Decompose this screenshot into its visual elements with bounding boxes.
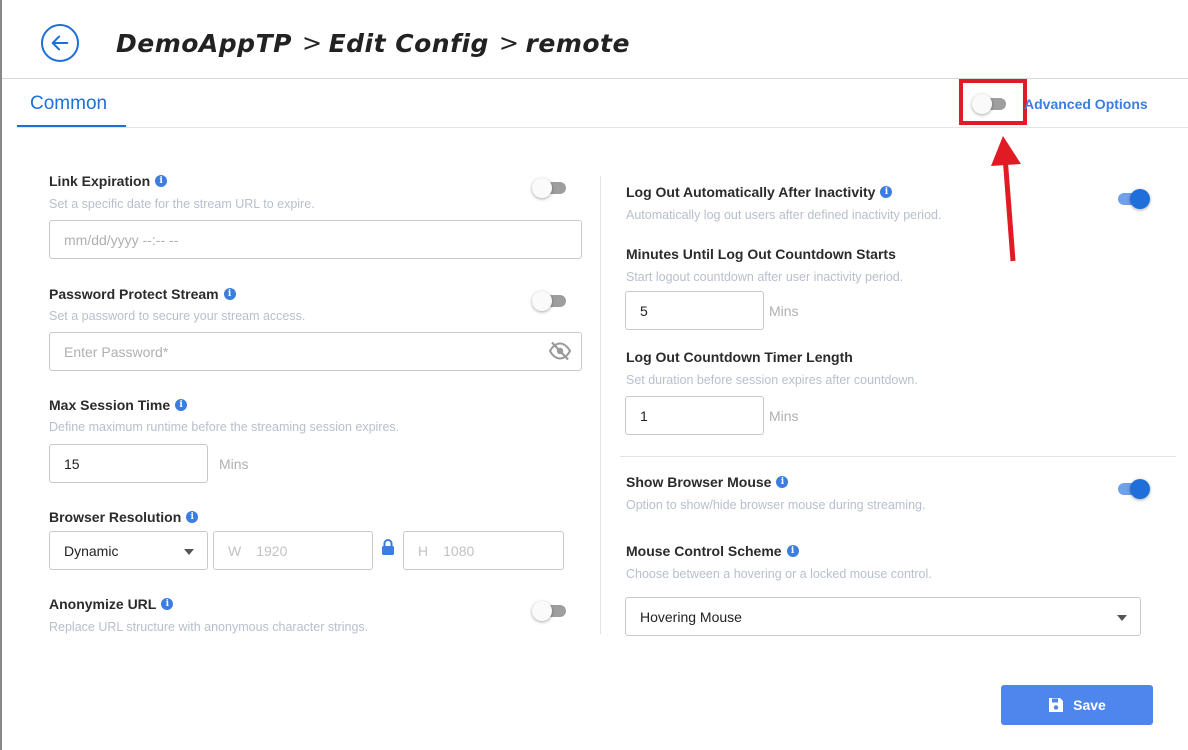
height-prefix: H (418, 542, 429, 559)
info-icon[interactable]: i (223, 288, 236, 300)
info-icon[interactable]: i (776, 476, 789, 488)
countdown-length-label: Log Out Countdown Timer Length (626, 349, 853, 365)
max-session-input[interactable]: 15 (49, 444, 208, 483)
tab-common[interactable]: Common (30, 93, 107, 115)
browser-mouse-toggle[interactable] (1114, 479, 1150, 499)
breadcrumb-app[interactable]: DemoAppTP (116, 29, 292, 58)
minutes-until-label: Minutes Until Log Out Countdown Starts (626, 246, 896, 262)
width-value: 1920 (256, 542, 288, 559)
logout-auto-toggle[interactable] (1114, 189, 1150, 209)
info-icon[interactable]: i (880, 186, 893, 198)
mouse-scheme-label: Mouse Control Scheme i (626, 543, 799, 559)
password-placeholder: Enter Password* (64, 343, 169, 360)
info-icon[interactable]: i (161, 598, 174, 610)
anonymize-url-toggle[interactable] (532, 601, 568, 621)
breadcrumb-separator: > (301, 29, 323, 57)
back-button[interactable] (41, 24, 79, 62)
caret-down-icon (184, 549, 194, 555)
resolution-height-input[interactable]: H 1080 (403, 531, 564, 570)
logout-auto-desc: Automatically log out users after define… (626, 208, 942, 222)
countdown-length-input[interactable]: 1 (625, 396, 764, 435)
info-icon[interactable]: i (186, 511, 199, 523)
column-divider (600, 176, 601, 634)
password-input[interactable]: Enter Password* (49, 332, 582, 371)
browser-mouse-label: Show Browser Mouse i (626, 474, 789, 490)
anonymize-url-desc: Replace URL structure with anonymous cha… (49, 620, 369, 634)
resolution-select[interactable]: Dynamic (49, 531, 208, 570)
minutes-until-unit: Mins (769, 303, 799, 319)
breadcrumb: DemoAppTP > Edit Config > remote (116, 24, 630, 62)
lock-icon[interactable] (381, 539, 395, 556)
height-value: 1080 (443, 542, 475, 559)
logout-auto-label: Log Out Automatically After Inactivity i (626, 184, 893, 200)
countdown-length-desc: Set duration before session expires afte… (626, 373, 918, 387)
breadcrumb-edit-config[interactable]: Edit Config (329, 29, 489, 58)
password-protect-toggle[interactable] (532, 291, 568, 311)
resolution-select-value: Dynamic (64, 542, 119, 559)
mouse-scheme-desc: Choose between a hovering or a locked mo… (626, 567, 932, 581)
annotation-arrow (991, 136, 1021, 262)
breadcrumb-current: remote (525, 28, 630, 58)
caret-down-icon (1117, 615, 1127, 621)
max-session-label: Max Session Time i (49, 397, 188, 413)
save-label: Save (1073, 697, 1106, 713)
arrow-left-icon (51, 35, 69, 51)
info-icon[interactable]: i (155, 175, 168, 187)
password-protect-desc: Set a password to secure your stream acc… (49, 309, 306, 323)
max-session-unit: Mins (219, 456, 249, 472)
max-session-desc: Define maximum runtime before the stream… (49, 420, 400, 434)
link-expiration-input[interactable]: mm/dd/yyyy --:-- -- (49, 220, 582, 259)
breadcrumb-separator: > (498, 29, 520, 57)
anonymize-url-label: Anonymize URL i (49, 596, 174, 612)
advanced-options-toggle[interactable] (972, 94, 1008, 114)
mouse-scheme-value: Hovering Mouse (640, 608, 742, 625)
mouse-scheme-select[interactable]: Hovering Mouse (625, 597, 1141, 636)
password-protect-label: Password Protect Stream i (49, 286, 236, 302)
eye-off-icon[interactable] (548, 341, 572, 361)
link-expiration-desc: Set a specific date for the stream URL t… (49, 197, 315, 211)
save-button[interactable]: Save (1001, 685, 1153, 725)
browser-mouse-desc: Option to show/hide browser mouse during… (626, 498, 926, 512)
info-icon[interactable]: i (175, 399, 188, 411)
minutes-until-input[interactable]: 5 (625, 291, 764, 330)
section-divider (620, 456, 1176, 457)
info-icon[interactable]: i (786, 545, 799, 557)
floppy-disk-icon (1049, 698, 1064, 712)
link-expiration-toggle[interactable] (532, 178, 568, 198)
resolution-width-input[interactable]: W 1920 (213, 531, 373, 570)
countdown-length-unit: Mins (769, 408, 799, 424)
link-expiration-label: Link Expiration i (49, 173, 168, 189)
minutes-until-desc: Start logout countdown after user inacti… (626, 270, 904, 284)
advanced-options-label[interactable]: Advanced Options (1024, 96, 1148, 112)
width-prefix: W (228, 542, 242, 559)
browser-resolution-label: Browser Resolution i (49, 509, 199, 525)
